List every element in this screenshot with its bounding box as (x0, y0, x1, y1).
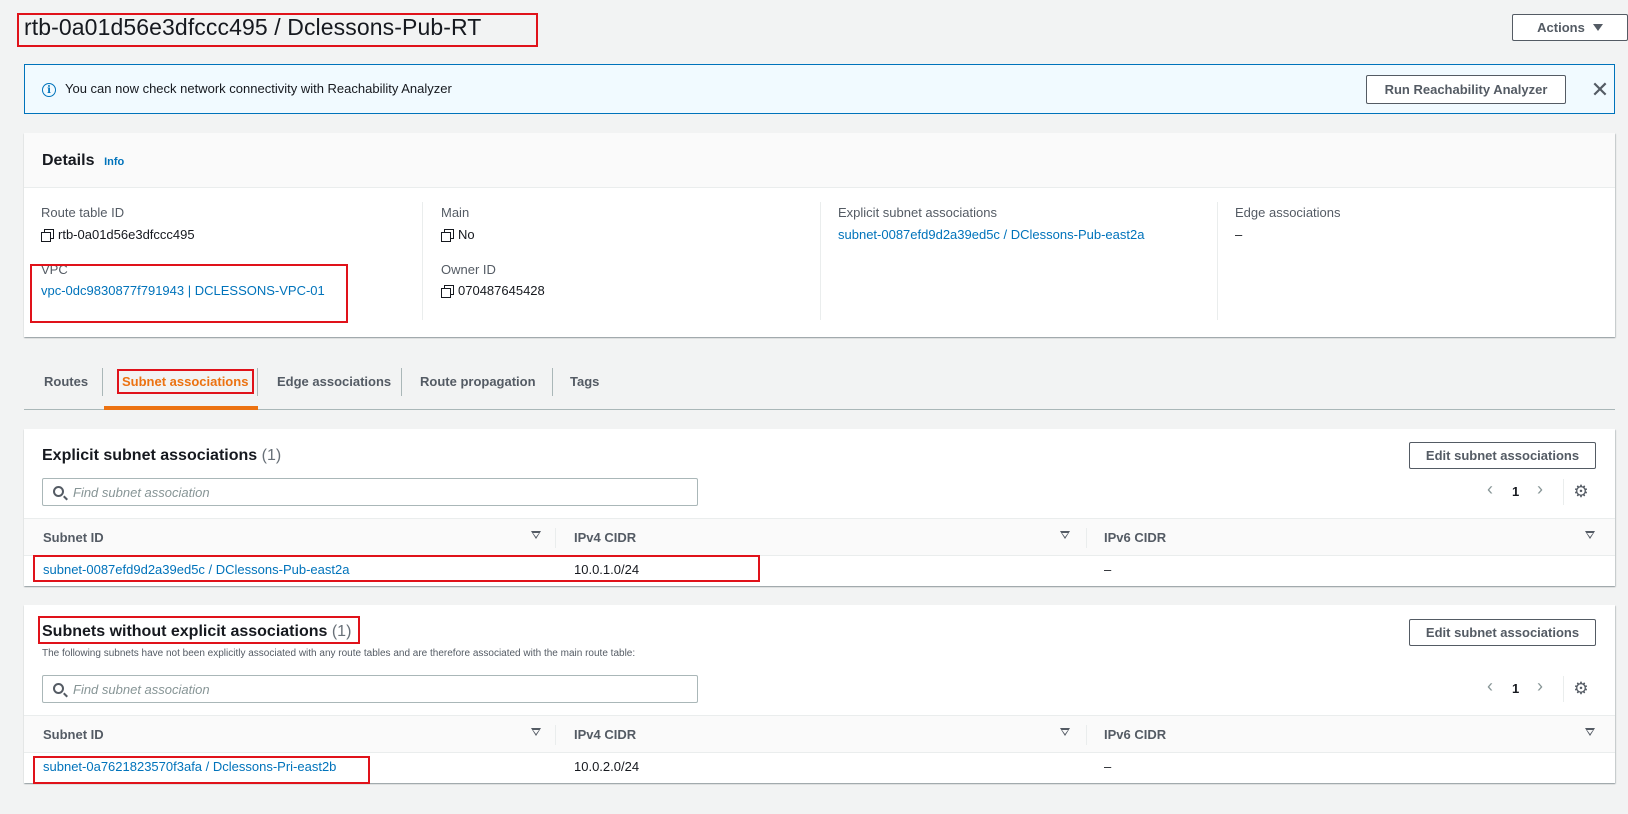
route-table-id-label: Route table ID (41, 205, 125, 220)
sort-icon[interactable] (1585, 531, 1595, 539)
run-reachability-analyzer-button[interactable]: Run Reachability Analyzer (1366, 75, 1566, 104)
tab-tags[interactable]: Tags (570, 374, 599, 389)
column-divider (555, 725, 556, 745)
copy-icon[interactable] (41, 228, 54, 242)
banner-message: You can now check network connectivity w… (65, 81, 452, 96)
vpc-link[interactable]: vpc-0dc9830877f791943 | DCLESSONS-VPC-01 (41, 283, 325, 298)
main-value: No (441, 227, 475, 242)
gear-icon[interactable]: ⚙ (1571, 679, 1591, 699)
column-divider (555, 528, 556, 548)
page-title: rtb-0a01d56e3dfccc495 / Dclessons-Pub-RT (24, 14, 482, 40)
info-icon: i (42, 83, 56, 97)
column-header-ipv6[interactable]: IPv6 CIDR (1104, 530, 1166, 545)
pagination: ‹ 1 › (1479, 676, 1559, 701)
column-divider (1086, 725, 1087, 745)
details-columns: Route table ID rtb-0a01d56e3dfccc495 VPC… (24, 188, 1615, 337)
reachability-banner: i You can now check network connectivity… (24, 64, 1615, 114)
table-header: Subnet ID IPv4 CIDR IPv6 CIDR (24, 518, 1615, 556)
route-table-id-value: rtb-0a01d56e3dfccc495 (41, 227, 195, 242)
chevron-left-icon[interactable]: ‹ (1487, 479, 1493, 500)
column-divider (1086, 528, 1087, 548)
sort-icon[interactable] (531, 728, 541, 736)
column-header-ipv6[interactable]: IPv6 CIDR (1104, 727, 1166, 742)
table-header: Subnet ID IPv4 CIDR IPv6 CIDR (24, 715, 1615, 753)
without-panel-title: Subnets without explicit associations (1… (42, 623, 352, 640)
subnet-link[interactable]: subnet-0087efd9d2a39ed5c / DClessons-Pub… (43, 562, 349, 577)
sort-icon[interactable] (1060, 728, 1070, 736)
pager-divider (1563, 676, 1564, 702)
explicit-associations-link[interactable]: subnet-0087efd9d2a39ed5c / DClessons-Pub… (838, 227, 1144, 242)
search-input[interactable] (73, 680, 673, 698)
without-associations-panel: Subnets without explicit associations (1… (24, 605, 1615, 783)
owner-id-value: 070487645428 (441, 283, 545, 298)
copy-icon[interactable] (441, 228, 454, 242)
ipv6-cidr: – (1104, 562, 1112, 577)
edge-associations-value: – (1235, 227, 1243, 242)
subnet-link[interactable]: subnet-0a7621823570f3afa / Dclessons-Pri… (43, 759, 336, 774)
ipv4-cidr: 10.0.1.0/24 (574, 562, 640, 577)
ipv4-cidr: 10.0.2.0/24 (574, 759, 640, 774)
vpc-label: VPC (41, 262, 68, 277)
info-link[interactable]: Info (104, 156, 124, 168)
sort-icon[interactable] (531, 531, 541, 539)
search-icon (53, 486, 64, 497)
tab-divider (401, 368, 402, 396)
pagination: ‹ 1 › (1479, 479, 1559, 504)
chevron-left-icon[interactable]: ‹ (1487, 676, 1493, 697)
column-header-subnet-id[interactable]: Subnet ID (43, 530, 104, 545)
owner-id-label: Owner ID (441, 262, 496, 277)
active-tab-indicator (104, 406, 258, 410)
explicit-associations-panel: Explicit subnet associations (1) Edit su… (24, 429, 1615, 586)
chevron-right-icon[interactable]: › (1537, 479, 1543, 500)
actions-button[interactable]: Actions (1512, 14, 1628, 41)
search-field[interactable] (42, 478, 698, 506)
explicit-panel-title: Explicit subnet associations (1) (42, 447, 282, 464)
pager-divider (1563, 479, 1564, 505)
column-header-ipv4[interactable]: IPv4 CIDR (574, 727, 636, 742)
details-header: Details Info (24, 133, 1615, 188)
tab-bar: Routes Subnet associations Edge associat… (24, 360, 1615, 410)
search-field[interactable] (42, 675, 698, 703)
tab-divider (552, 368, 553, 396)
edge-associations-label: Edge associations (1235, 205, 1341, 220)
tab-divider (102, 368, 103, 396)
details-panel: Details Info Route table ID rtb-0a01d56e… (24, 133, 1615, 337)
sort-icon[interactable] (1585, 728, 1595, 736)
tab-routes[interactable]: Routes (44, 374, 88, 389)
column-divider (422, 202, 423, 320)
actions-label: Actions (1537, 20, 1585, 35)
page-number[interactable]: 1 (1512, 681, 1519, 696)
column-header-ipv4[interactable]: IPv4 CIDR (574, 530, 636, 545)
sort-icon[interactable] (1060, 531, 1070, 539)
explicit-associations-label: Explicit subnet associations (838, 205, 997, 220)
tab-subnet-associations[interactable]: Subnet associations (122, 374, 248, 389)
table-row: subnet-0a7621823570f3afa / Dclessons-Pri… (24, 754, 1615, 781)
gear-icon[interactable]: ⚙ (1571, 482, 1591, 502)
close-icon[interactable]: ✕ (1590, 76, 1610, 104)
ipv6-cidr: – (1104, 759, 1112, 774)
edit-subnet-associations-button[interactable]: Edit subnet associations (1409, 442, 1596, 469)
column-divider (820, 202, 821, 320)
caret-down-icon (1592, 24, 1603, 31)
tab-edge-associations[interactable]: Edge associations (277, 374, 391, 389)
column-header-subnet-id[interactable]: Subnet ID (43, 727, 104, 742)
column-divider (1217, 202, 1218, 320)
tab-route-propagation[interactable]: Route propagation (420, 374, 536, 389)
chevron-right-icon[interactable]: › (1537, 676, 1543, 697)
table-row: subnet-0087efd9d2a39ed5c / DClessons-Pub… (24, 557, 1615, 584)
tab-divider (257, 368, 258, 396)
page-number[interactable]: 1 (1512, 484, 1519, 499)
search-icon (53, 683, 64, 694)
without-panel-description: The following subnets have not been expl… (42, 648, 636, 659)
search-input[interactable] (73, 483, 673, 501)
copy-icon[interactable] (441, 284, 454, 298)
details-title: Details (42, 152, 95, 169)
edit-subnet-associations-button[interactable]: Edit subnet associations (1409, 619, 1596, 646)
main-label: Main (441, 205, 470, 220)
